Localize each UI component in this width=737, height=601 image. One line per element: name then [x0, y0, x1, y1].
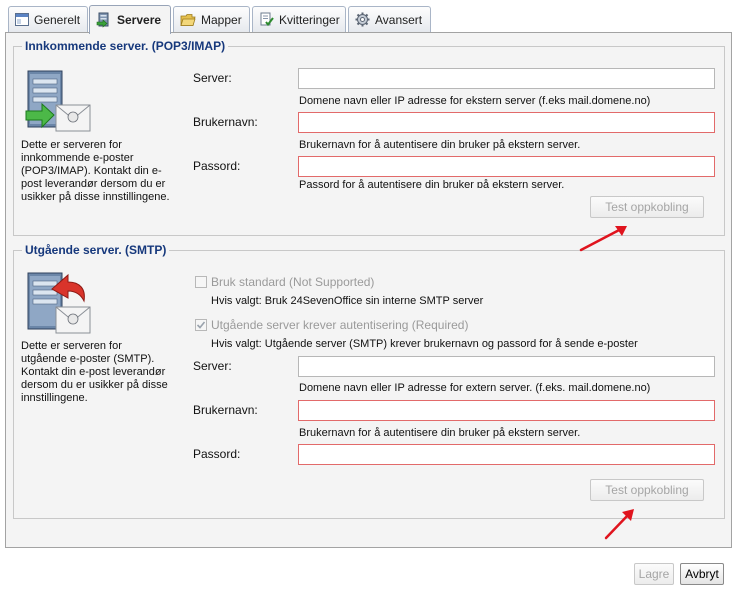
tab-label: Servere: [117, 13, 162, 27]
incoming-username-label: Brukernavn:: [193, 115, 258, 129]
incoming-description: Dette er serveren for innkommende e-post…: [21, 139, 191, 204]
annotation-arrow-icon: [604, 509, 634, 540]
description-line: (POP3/IMAP). Kontakt din e-: [21, 165, 162, 177]
outgoing-password-input[interactable]: [298, 444, 715, 465]
folder-icon: [180, 13, 196, 26]
description-line: Kontakt din e-post leverandør: [21, 366, 166, 378]
tab-generelt[interactable]: Generelt: [8, 6, 88, 32]
incoming-password-label: Passord:: [193, 159, 241, 173]
description-line: dersom du er usikker på disse: [21, 379, 168, 391]
description-line: innstillingene.: [21, 392, 88, 404]
description-line: utgående e-poster (SMTP).: [21, 353, 155, 365]
tab-label: Generelt: [34, 12, 81, 27]
gear-icon: [355, 12, 370, 27]
description-line: post leverandør dersom du er: [21, 178, 166, 190]
incoming-legend: Innkommende server. (POP3/IMAP): [25, 39, 226, 53]
auth-required-label: Utgående server krever autentisering (Re…: [211, 318, 469, 332]
outgoing-test-connection-button[interactable]: Test oppkobling: [590, 479, 704, 501]
incoming-server-label: Server:: [193, 71, 232, 85]
outgoing-username-label: Brukernavn:: [193, 403, 258, 417]
description-line: innkommende e-poster: [21, 152, 134, 164]
use-standard-checkbox[interactable]: [195, 276, 207, 288]
description-line: Dette er serveren for: [21, 340, 122, 352]
tab-label: Kvitteringer: [279, 12, 340, 27]
outgoing-server-hint: Domene navn eller IP adresse for extern …: [299, 382, 651, 394]
outgoing-username-hint: Brukernavn for å autentisere din bruker …: [299, 427, 581, 439]
outgoing-password-label: Passord:: [193, 447, 241, 461]
tab-label: Mapper: [201, 12, 242, 27]
incoming-password-input[interactable]: [298, 156, 715, 177]
incoming-test-connection-button[interactable]: Test oppkobling: [590, 196, 704, 218]
annotation-arrow-icon: [579, 226, 627, 252]
outgoing-server-input[interactable]: [298, 356, 715, 377]
use-standard-hint: Hvis valgt: Bruk 24SevenOffice sin inter…: [211, 295, 484, 307]
save-button[interactable]: Lagre: [634, 563, 674, 585]
incoming-server-hint: Domene navn eller IP adresse for ekstern…: [299, 95, 651, 107]
description-line: usikker på disse innstillingene.: [21, 191, 170, 203]
incoming-server-icon: [25, 70, 91, 132]
use-standard-label: Bruk standard (Not Supported): [211, 275, 375, 289]
window-icon: [15, 13, 29, 26]
incoming-server-input[interactable]: [298, 68, 715, 89]
tab-label: Avansert: [375, 12, 423, 27]
tab-panel-servere: Innkommende server. (POP3/IMAP) Dette er…: [5, 32, 732, 548]
incoming-password-hint: Passord for å autentisere din bruker på …: [299, 179, 565, 188]
receipt-icon: [260, 12, 274, 27]
tab-avansert[interactable]: Avansert: [348, 6, 431, 32]
tab-kvitteringer[interactable]: Kvitteringer: [252, 6, 346, 32]
outgoing-username-input[interactable]: [298, 400, 715, 421]
cancel-button[interactable]: Avbryt: [680, 563, 724, 585]
auth-required-hint: Hvis valgt: Utgående server (SMTP) kreve…: [211, 338, 638, 350]
outgoing-server-label: Server:: [193, 359, 232, 373]
auth-required-checkbox[interactable]: [195, 319, 207, 331]
outgoing-server-icon: [27, 272, 91, 334]
incoming-username-input[interactable]: [298, 112, 715, 133]
outgoing-legend: Utgående server. (SMTP): [25, 243, 167, 257]
incoming-password-hint-clip: Passord for å autentisere din bruker på …: [298, 179, 628, 188]
tab-mapper[interactable]: Mapper: [173, 6, 250, 32]
server-icon: [96, 12, 109, 28]
check-icon: [196, 321, 206, 329]
outgoing-description: Dette er serveren for utgående e-poster …: [21, 340, 191, 405]
description-line: Dette er serveren for: [21, 139, 122, 151]
incoming-username-hint: Brukernavn for å autentisere din bruker …: [299, 139, 581, 151]
tab-servere[interactable]: Servere: [89, 5, 171, 34]
